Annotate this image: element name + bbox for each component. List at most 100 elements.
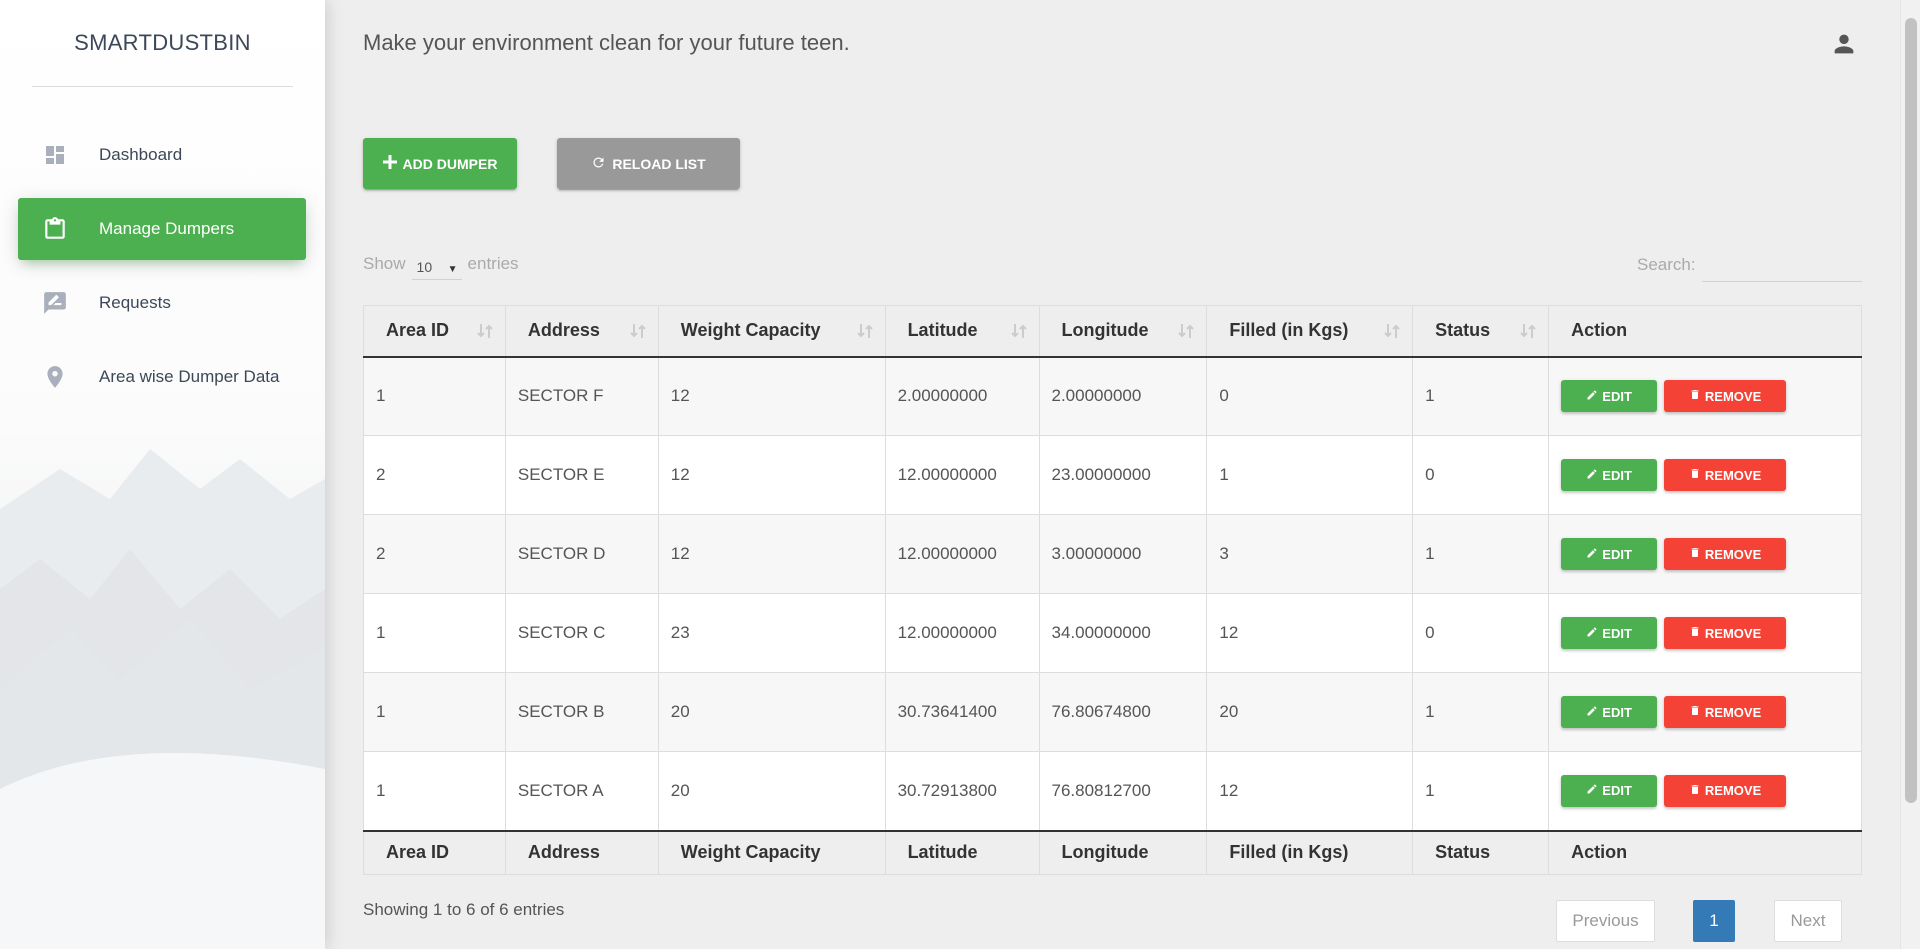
sidebar-nav: Dashboard Manage Dumpers Requests Area w…	[18, 124, 306, 420]
page-1-button[interactable]: 1	[1693, 900, 1735, 942]
pencil-icon	[1586, 389, 1598, 404]
trash-icon	[1689, 704, 1701, 720]
column-header-latitude[interactable]: Latitude	[884, 305, 1040, 358]
remove-label: REMOVE	[1704, 625, 1762, 641]
trash-icon	[1689, 625, 1701, 641]
cell-status: 0	[1412, 435, 1550, 515]
column-header-weight-capacity[interactable]: Weight Capacity	[657, 305, 886, 358]
table-info: Showing 1 to 6 of 6 entries	[363, 900, 565, 919]
entries-select[interactable]: 10 ▼	[411, 248, 462, 280]
sidebar-item-label: Dashboard	[99, 145, 183, 164]
edit-button[interactable]: EDIT	[1561, 459, 1658, 491]
table-row: 2 SECTOR D 12 12.00000000 3.00000000 3 1…	[363, 514, 1862, 594]
pencil-icon	[1586, 547, 1598, 562]
remove-label: REMOVE	[1704, 546, 1762, 562]
cell-action: EDIT REMOVE	[1548, 672, 1862, 752]
reload-list-label: RELOAD LIST	[612, 155, 706, 172]
rate-review-icon	[42, 290, 68, 316]
brand-title[interactable]: SMARTDUSTBIN	[32, 0, 293, 87]
sidebar-item-requests[interactable]: Requests	[18, 272, 306, 334]
sort-icon	[477, 324, 493, 338]
table-footer-row: Area ID Address Weight Capacity Latitude…	[363, 829, 1862, 875]
footer-header-latitude: Latitude	[884, 829, 1040, 875]
cell-latitude: 12.00000000	[884, 435, 1040, 515]
refresh-icon	[591, 155, 606, 173]
show-label: Show	[363, 254, 406, 273]
remove-button[interactable]: REMOVE	[1664, 459, 1787, 491]
sidebar-item-manage-dumpers[interactable]: Manage Dumpers	[18, 198, 306, 260]
remove-label: REMOVE	[1704, 467, 1762, 483]
column-header-area-id[interactable]: Area ID	[363, 305, 506, 358]
remove-button[interactable]: REMOVE	[1664, 380, 1787, 413]
column-header-longitude[interactable]: Longitude	[1038, 305, 1208, 358]
sort-icon	[1520, 324, 1536, 338]
edit-button[interactable]: EDIT	[1561, 538, 1658, 570]
column-header-action: Action	[1548, 305, 1862, 358]
sort-icon	[1178, 324, 1195, 338]
column-header-address[interactable]: Address	[504, 305, 659, 358]
sidebar-item-dashboard[interactable]: Dashboard	[18, 124, 306, 186]
show-entries-control: Show 10 ▼ entries	[363, 248, 519, 280]
sidebar-item-area-wise-dumper-data[interactable]: Area wise Dumper Data	[18, 346, 306, 408]
pencil-icon	[1586, 783, 1598, 798]
cell-latitude: 12.00000000	[884, 514, 1040, 594]
column-header-filled[interactable]: Filled (in Kgs)	[1206, 305, 1414, 358]
remove-label: REMOVE	[1704, 704, 1762, 720]
footer-header-action: Action	[1548, 829, 1862, 875]
footer-header-longitude: Longitude	[1038, 829, 1208, 875]
cell-status: 1	[1412, 356, 1550, 436]
add-dumper-label: ADD DUMPER	[402, 155, 498, 172]
remove-button[interactable]: REMOVE	[1664, 774, 1787, 807]
reload-list-button[interactable]: RELOAD LIST	[557, 138, 740, 189]
sidebar: SMARTDUSTBIN Dashboard Manage Dumpers Re…	[0, 0, 325, 949]
cell-longitude: 76.80674800	[1038, 672, 1208, 752]
trash-icon	[1689, 388, 1701, 404]
cell-weight-capacity: 12	[657, 514, 886, 594]
cell-longitude: 34.00000000	[1038, 593, 1208, 673]
cell-action: EDIT REMOVE	[1548, 356, 1862, 436]
add-dumper-button[interactable]: ADD DUMPER	[363, 138, 517, 189]
sidebar-item-label: Area wise Dumper Data	[99, 367, 280, 386]
cell-longitude: 23.00000000	[1038, 435, 1208, 515]
scrollbar-thumb[interactable]	[1905, 18, 1917, 803]
pencil-icon	[1586, 705, 1598, 720]
edit-button[interactable]: EDIT	[1561, 380, 1658, 413]
remove-button[interactable]: REMOVE	[1664, 617, 1787, 649]
table-row: 1 SECTOR B 20 30.73641400 76.80674800 20…	[363, 672, 1862, 752]
sidebar-item-label: Requests	[99, 293, 171, 312]
cell-status: 1	[1412, 672, 1550, 752]
cell-weight-capacity: 23	[657, 593, 886, 673]
table-row: 2 SECTOR E 12 12.00000000 23.00000000 1 …	[363, 435, 1862, 515]
table-header-row: Area ID Address Weight Capacity Latitude…	[363, 305, 1862, 358]
edit-button[interactable]: EDIT	[1561, 774, 1658, 807]
cell-filled: 0	[1206, 356, 1414, 436]
remove-button[interactable]: REMOVE	[1664, 538, 1787, 570]
previous-page-button[interactable]: Previous	[1556, 900, 1655, 942]
footer-header-filled: Filled (in Kgs)	[1206, 829, 1414, 875]
search-input[interactable]	[1701, 248, 1862, 282]
cell-filled: 20	[1206, 672, 1414, 752]
sort-icon	[630, 324, 646, 338]
page-tagline: Make your environment clean for your fut…	[363, 30, 850, 55]
edit-button[interactable]: EDIT	[1561, 617, 1658, 649]
remove-button[interactable]: REMOVE	[1664, 696, 1787, 728]
cell-address: SECTOR B	[504, 672, 659, 752]
cell-latitude: 30.72913800	[884, 751, 1040, 831]
next-page-button[interactable]: Next	[1774, 900, 1842, 942]
cell-status: 1	[1412, 514, 1550, 594]
edit-button[interactable]: EDIT	[1561, 696, 1658, 728]
edit-label: EDIT	[1602, 546, 1632, 562]
cell-address: SECTOR F	[504, 356, 659, 436]
column-header-status[interactable]: Status	[1412, 305, 1550, 358]
trash-icon	[1689, 467, 1701, 483]
cell-filled: 12	[1206, 593, 1414, 673]
person-icon[interactable]	[1830, 30, 1858, 58]
pencil-icon	[1586, 468, 1598, 483]
footer-header-status: Status	[1412, 829, 1550, 875]
cell-address: SECTOR D	[504, 514, 659, 594]
footer-header-area-id: Area ID	[363, 829, 506, 875]
vertical-scrollbar[interactable]	[1900, 0, 1920, 949]
entries-value: 10	[416, 259, 433, 275]
footer-header-weight-capacity: Weight Capacity	[657, 829, 886, 875]
cell-action: EDIT REMOVE	[1548, 435, 1862, 515]
